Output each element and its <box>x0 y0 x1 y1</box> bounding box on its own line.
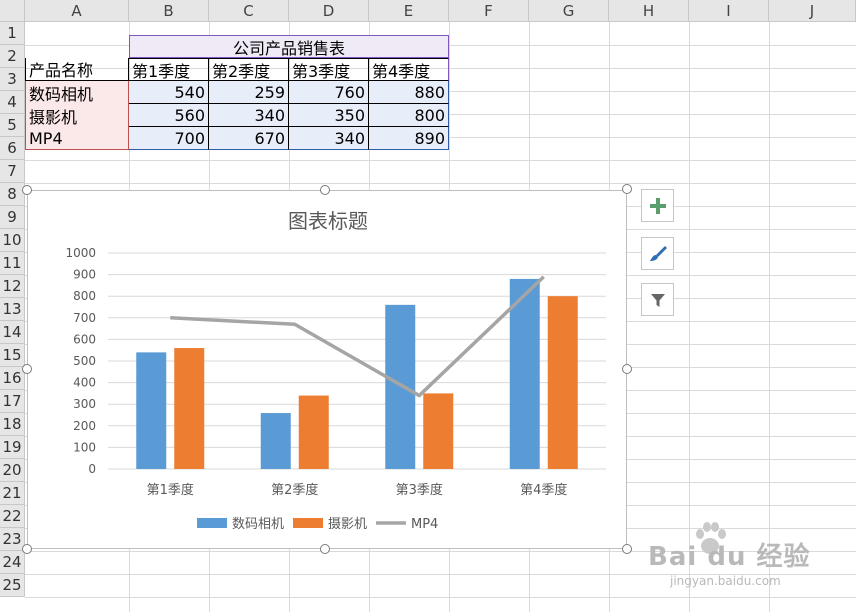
value-cell[interactable]: 540 <box>129 81 209 104</box>
resize-handle-right[interactable] <box>622 364 632 374</box>
value-cell[interactable]: 340 <box>209 104 289 127</box>
y-tick-label: 100 <box>73 440 96 454</box>
value-cell[interactable]: 700 <box>129 127 209 150</box>
bar-数码相机[interactable] <box>136 352 167 469</box>
watermark-brand: Bai du 经验 <box>648 542 811 572</box>
bar-数码相机[interactable] <box>509 278 540 469</box>
header-cell-5[interactable]: 第4季度 <box>369 58 449 81</box>
value-cell[interactable]: 760 <box>289 81 369 104</box>
bar-摄影机[interactable] <box>423 393 454 469</box>
value-cell[interactable]: 560 <box>129 104 209 127</box>
bar-摄影机[interactable] <box>174 348 205 469</box>
watermark-url: jingyan.baidu.com <box>670 574 781 588</box>
value-cell[interactable]: 800 <box>369 104 449 127</box>
baidu-watermark: Bai du 经验 jingyan.baidu.com <box>642 518 852 608</box>
chart-styles-button[interactable] <box>641 237 674 270</box>
bar-摄影机[interactable] <box>547 296 578 469</box>
header-cell-3[interactable]: 第2季度 <box>209 58 289 81</box>
resize-handle-bottom-left[interactable] <box>22 544 32 554</box>
y-tick-label: 1000 <box>65 246 96 260</box>
chart-filters-button[interactable] <box>641 283 674 316</box>
value-cell[interactable]: 880 <box>369 81 449 104</box>
product-name-cell[interactable]: 摄影机 <box>25 104 129 127</box>
value-cell[interactable]: 890 <box>369 127 449 150</box>
y-tick-label: 900 <box>73 268 96 282</box>
legend-swatch <box>293 518 323 528</box>
resize-handle-left[interactable] <box>22 364 32 374</box>
legend-label: 数码相机 <box>232 517 284 532</box>
resize-handle-top[interactable] <box>320 185 330 195</box>
plus-icon <box>649 197 666 214</box>
y-tick-label: 800 <box>73 289 96 303</box>
x-tick-label: 第3季度 <box>396 482 443 498</box>
header-cell-1[interactable]: 产品名称 <box>25 58 129 81</box>
y-tick-label: 0 <box>88 462 96 476</box>
header-cell-2[interactable]: 第1季度 <box>129 58 209 81</box>
y-tick-label: 200 <box>73 419 96 433</box>
legend-swatch <box>197 518 227 528</box>
resize-handle-bottom-right[interactable] <box>622 544 632 554</box>
y-tick-label: 500 <box>73 354 96 368</box>
table-title-cell[interactable]: 公司产品销售表 <box>129 35 449 58</box>
x-tick-label: 第4季度 <box>520 482 567 498</box>
resize-handle-bottom[interactable] <box>320 544 330 554</box>
value-cell[interactable]: 670 <box>209 127 289 150</box>
x-tick-label: 第1季度 <box>147 482 194 498</box>
legend-label: 摄影机 <box>328 517 367 532</box>
y-tick-label: 700 <box>73 311 96 325</box>
x-tick-label: 第2季度 <box>271 482 318 498</box>
chart-elements-button[interactable] <box>641 189 674 222</box>
bar-摄影机[interactable] <box>298 395 329 469</box>
bar-数码相机[interactable] <box>260 413 291 469</box>
resize-handle-top-right[interactable] <box>622 184 632 194</box>
brush-icon <box>649 245 667 261</box>
value-cell[interactable]: 340 <box>289 127 369 150</box>
product-name-cell[interactable]: 数码相机 <box>25 81 129 104</box>
header-cell-4[interactable]: 第3季度 <box>289 58 369 81</box>
legend-label: MP4 <box>411 517 438 532</box>
value-cell[interactable]: 259 <box>209 81 289 104</box>
product-name-cell[interactable]: MP4 <box>25 127 129 150</box>
chart-area[interactable]: 图表标题 0 100 200 300 400 500 600 700 800 900 1000 第1季… <box>27 190 627 549</box>
line-MP4[interactable] <box>170 275 545 398</box>
resize-handle-top-left[interactable] <box>22 185 32 195</box>
y-tick-label: 300 <box>73 397 96 411</box>
plot-area[interactable]: 0 100 200 300 400 500 600 700 800 900 1000 第1季度 第2季度… <box>28 191 628 550</box>
bar-数码相机[interactable] <box>385 304 416 469</box>
filter-icon <box>650 293 665 307</box>
value-cell[interactable]: 350 <box>289 104 369 127</box>
y-tick-label: 400 <box>73 376 96 390</box>
y-tick-label: 600 <box>73 332 96 346</box>
